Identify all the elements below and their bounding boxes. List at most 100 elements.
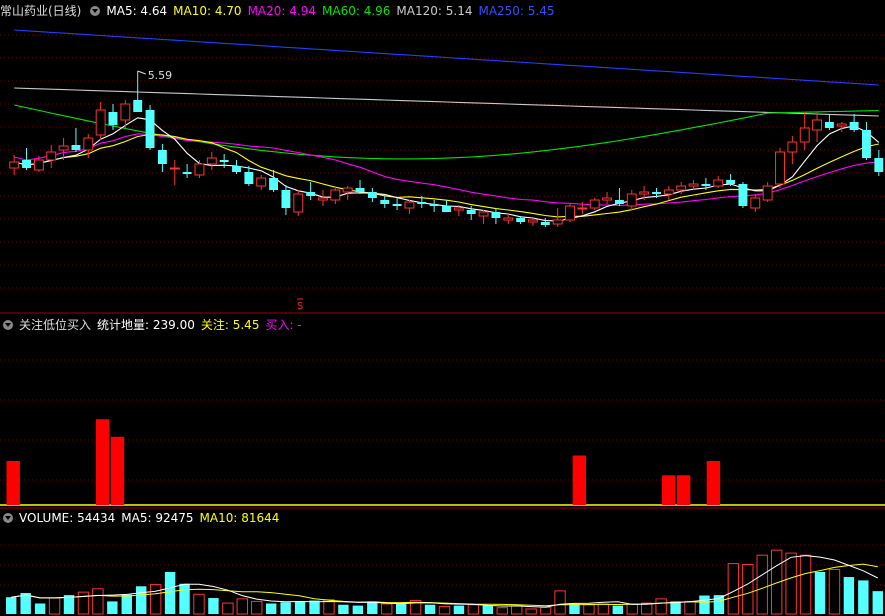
candle-body — [404, 201, 415, 209]
signal-bar — [95, 419, 110, 505]
volume-bar — [727, 563, 740, 615]
candle-body — [824, 122, 834, 128]
candle-body — [71, 145, 81, 150]
ma60-line — [14, 104, 879, 160]
stock-chart[interactable]: 5.59 S — [0, 0, 885, 616]
volume-bar — [684, 600, 696, 615]
candle-body — [318, 197, 328, 201]
volume-bar — [583, 604, 595, 615]
volume-bar — [424, 604, 436, 614]
volume-bar — [699, 595, 710, 614]
candle-body — [9, 161, 20, 169]
volume-bar — [352, 605, 364, 614]
volume-bar — [511, 605, 523, 615]
volume-bar — [655, 598, 667, 615]
candle-body — [639, 191, 650, 195]
candle-body — [836, 123, 847, 127]
candle-body — [342, 187, 353, 193]
volume-bar — [338, 604, 349, 614]
candle-body — [663, 189, 674, 195]
volume-bar — [496, 607, 508, 615]
candle-body — [713, 179, 724, 187]
candle-body — [589, 199, 600, 209]
volume-bar — [34, 603, 46, 614]
candle-body — [380, 200, 390, 204]
volume-bar — [193, 593, 205, 615]
volume-bar — [121, 594, 132, 614]
candle-body — [429, 204, 439, 206]
volume-bar — [828, 568, 841, 615]
signal-bar — [110, 436, 125, 505]
candle-body — [206, 157, 217, 165]
candle-body — [133, 100, 143, 112]
candle-body — [862, 130, 871, 158]
candle-body — [453, 207, 464, 211]
volume-bar — [438, 605, 451, 615]
volume-bar — [612, 605, 624, 614]
candle-body — [775, 151, 785, 185]
volume-bar — [164, 572, 176, 614]
candle-body — [355, 188, 365, 192]
candle-body — [688, 183, 699, 187]
volume-bar — [92, 588, 104, 615]
signal-bar — [572, 455, 587, 505]
candle-body — [491, 212, 501, 218]
candle-body — [787, 141, 798, 153]
candle-body — [849, 122, 859, 130]
candle-body — [219, 160, 229, 162]
volume-bar — [48, 597, 61, 615]
volume-bar — [280, 602, 291, 614]
volume-bar — [467, 604, 480, 615]
volume-bar — [107, 601, 118, 614]
ma250-line — [14, 29, 879, 86]
candle-body — [738, 184, 748, 206]
candle-body — [503, 217, 514, 221]
volume-bar — [756, 554, 768, 615]
candle-body — [108, 112, 118, 125]
candle-body — [120, 103, 131, 121]
candle-body — [22, 160, 31, 168]
candle-body — [95, 109, 106, 136]
candle-body — [540, 222, 550, 225]
candle-body — [466, 210, 476, 214]
volume-bar — [843, 577, 855, 614]
candle-body — [169, 167, 180, 170]
signal-bar — [676, 475, 691, 505]
volume-bar — [482, 605, 494, 614]
volume-bar — [6, 597, 17, 614]
candle-body — [701, 184, 711, 186]
candle-body — [874, 158, 884, 172]
candle-body — [194, 163, 205, 176]
ma20-line — [14, 133, 879, 206]
candle-body — [157, 150, 167, 164]
candle-body — [528, 219, 538, 223]
volume-bar — [742, 563, 754, 615]
signal-bar — [706, 461, 721, 505]
volume-bar — [222, 602, 234, 615]
candle-body — [293, 193, 304, 213]
volume-bar — [381, 603, 393, 615]
ma120-line — [14, 87, 879, 117]
candle-body — [392, 204, 402, 206]
candle-body — [812, 119, 823, 131]
volume-bar — [367, 601, 378, 614]
volume-bar — [136, 586, 147, 614]
candle-body — [306, 192, 316, 196]
volume-bar — [395, 603, 407, 614]
volume-bar — [179, 583, 190, 614]
signal-bar — [6, 461, 20, 505]
volume-bar — [309, 600, 320, 614]
candle-body — [799, 127, 810, 143]
candle-body — [46, 151, 57, 161]
candle-body — [367, 192, 377, 198]
candle-body — [33, 159, 44, 171]
candle-body — [269, 178, 279, 190]
volume-bar — [236, 598, 249, 615]
volume-bar — [799, 554, 812, 615]
volume-bar — [525, 608, 537, 615]
volume-bar — [294, 601, 306, 614]
candle-body — [145, 110, 155, 148]
volume-bar — [626, 603, 638, 615]
volume-bar — [539, 606, 552, 615]
signal-bar — [662, 475, 676, 505]
